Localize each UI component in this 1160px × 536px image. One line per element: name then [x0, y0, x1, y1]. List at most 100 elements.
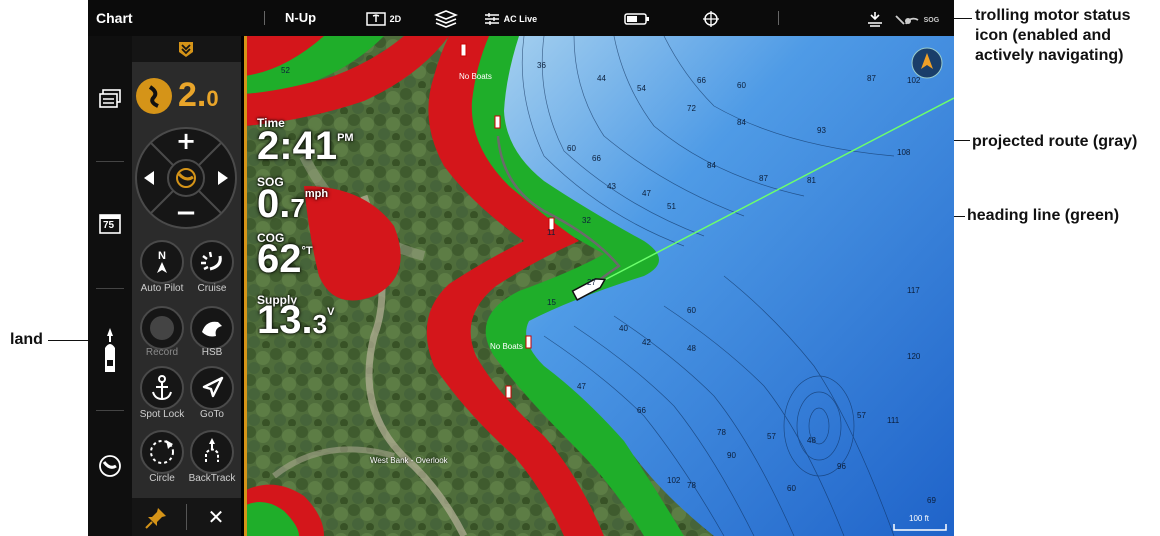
autopilot-rail-button[interactable] — [98, 454, 122, 478]
layers-button[interactable] — [433, 0, 459, 36]
chart-map[interactable]: No Boats No Boats West Bank - Overlook 1… — [244, 36, 954, 536]
hsb-button[interactable] — [190, 306, 234, 350]
boat-button[interactable] — [102, 328, 118, 374]
depth-sounding: 42 — [642, 338, 651, 347]
time-readout: 2:41PM — [257, 124, 354, 169]
minn-kota-logo-icon — [179, 42, 193, 57]
circle-button[interactable] — [140, 430, 184, 474]
depth-sounding: 27 — [587, 278, 596, 287]
circle-route-icon — [150, 440, 174, 464]
depth-sounding: 72 — [687, 104, 696, 113]
depth-sounding: 48 — [807, 436, 816, 445]
callout-heading-line: heading line (green) — [967, 206, 1157, 226]
goto-label: GoTo — [200, 409, 224, 420]
divider — [96, 410, 124, 411]
steer-right-button[interactable] — [210, 166, 234, 190]
navigate-arrow-icon — [202, 376, 224, 398]
arrow-right-icon — [218, 171, 228, 185]
page-title: Chart — [96, 10, 133, 26]
backtrack-button[interactable] — [190, 430, 234, 474]
calendar-label: 75 — [103, 220, 115, 231]
callout-land-text: land — [10, 331, 43, 348]
callout-heading-text: heading line (green) — [967, 207, 1120, 224]
depth-sounding: 47 — [577, 382, 586, 391]
depth-sounding: 84 — [737, 118, 746, 127]
speed-up-button[interactable]: + — [174, 128, 198, 154]
depth-sounding: 47 — [642, 189, 651, 198]
trolling-motor-status[interactable] — [866, 0, 884, 36]
depth-sounding: 60 — [567, 144, 576, 153]
time-unit: PM — [337, 132, 354, 144]
depth-sounding: 117 — [907, 286, 920, 295]
depth-sounding: 32 — [582, 216, 591, 225]
depth-sounding: 111 — [887, 416, 900, 425]
close-panel-button[interactable]: ✕ — [204, 503, 228, 531]
place-label: West Bank - Overlook — [370, 456, 448, 465]
svg-text:N: N — [158, 250, 166, 262]
device-screen: Chart N-Up 2D AC Live SOG 75 2.0 + − N A… — [88, 0, 954, 536]
goto-button[interactable] — [190, 366, 234, 410]
gauge-icon — [895, 14, 919, 25]
cog-value: 62 — [257, 237, 302, 281]
callout-route-text: projected route (gray) — [972, 133, 1138, 150]
ac-live-icon — [485, 12, 499, 25]
depth-sounding: 48 — [687, 344, 696, 353]
no-boats-label: No Boats — [459, 72, 492, 81]
backtrack-icon — [205, 438, 219, 462]
hsb-icon — [202, 321, 222, 337]
orientation-button[interactable]: N-Up — [285, 0, 316, 36]
views-button[interactable] — [98, 88, 122, 110]
record-button[interactable] — [140, 306, 184, 350]
sog-value: 0. — [257, 182, 291, 226]
cog-unit: °T — [301, 245, 313, 257]
battery-icon — [624, 12, 649, 25]
depth-sounding: 81 — [807, 176, 816, 185]
depth-sounding: 87 — [867, 74, 876, 83]
depth-sounding: 102 — [907, 76, 921, 85]
speed-down-button[interactable]: − — [174, 200, 198, 226]
boat-icon — [105, 328, 115, 372]
left-toolbar: 75 — [88, 36, 132, 536]
autopilot-mode-button[interactable] — [136, 78, 172, 114]
autopilot-button[interactable]: N — [140, 240, 184, 284]
view-mode-button[interactable]: 2D — [366, 0, 401, 36]
ac-live-label: AC Live — [503, 14, 538, 24]
steer-left-button[interactable] — [138, 166, 162, 190]
panel-footer: ✕ — [132, 498, 241, 536]
depth-sounding: 78 — [687, 481, 696, 490]
gps-button[interactable] — [703, 0, 719, 36]
steer-center-button[interactable] — [170, 162, 202, 194]
callout-land: land — [10, 330, 50, 350]
steering-icon — [176, 168, 196, 188]
ac-live-button[interactable]: AC Live — [484, 0, 537, 36]
calendar-button[interactable]: 75 — [99, 212, 121, 234]
spot-lock-button[interactable] — [140, 366, 184, 410]
divider — [186, 504, 187, 530]
hsb-label: HSB — [201, 347, 223, 358]
view-mode-label: 2D — [389, 14, 402, 24]
north-arrow-icon: N — [157, 250, 167, 273]
trolling-motor-icon — [868, 11, 882, 27]
depth-sounding: 57 — [857, 411, 866, 420]
supply-unit: V — [327, 306, 335, 318]
record-icon — [150, 316, 174, 340]
sog-status[interactable]: SOG — [894, 0, 939, 36]
depth-sounding: 57 — [767, 432, 776, 441]
time-value: 2:41 — [257, 124, 338, 168]
sog-status-label: SOG — [923, 17, 940, 24]
battery-status[interactable] — [624, 0, 650, 36]
cruise-button[interactable] — [190, 240, 234, 284]
anchor-icon — [152, 375, 172, 401]
pin-button[interactable] — [144, 506, 168, 530]
chart-map-graphic — [247, 36, 954, 536]
depth-sounding: 108 — [897, 148, 911, 157]
autopilot-mode-icon — [148, 85, 159, 108]
depth-sounding: 60 — [737, 81, 746, 90]
depth-sounding: 66 — [592, 154, 601, 163]
views-icon — [99, 89, 121, 108]
depth-sounding: 96 — [837, 462, 846, 471]
arrow-left-icon — [144, 171, 154, 185]
panel-header — [132, 36, 241, 62]
sog-readout: 0.7mph — [257, 182, 328, 227]
speed-decimal: 0 — [206, 86, 219, 111]
